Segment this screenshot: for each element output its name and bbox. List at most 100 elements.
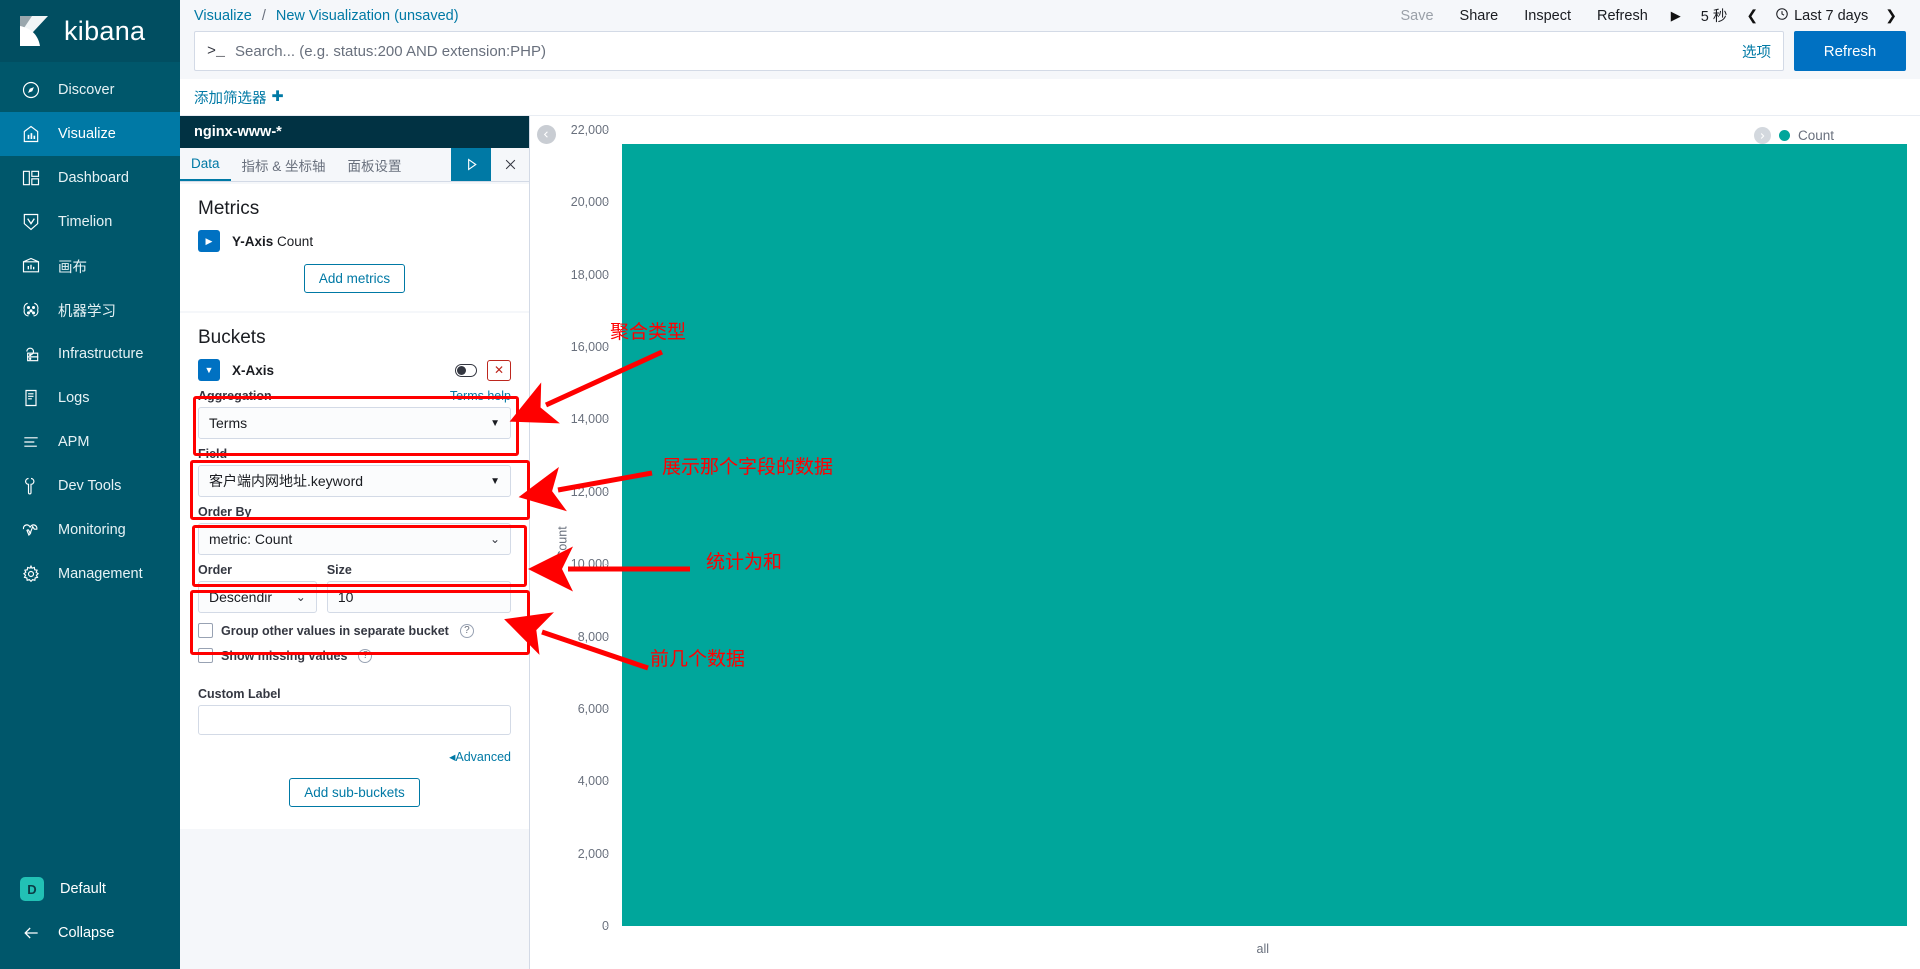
y-axis-ticks: 02,0004,0006,0008,00010,00012,00014,0001… bbox=[531, 116, 609, 969]
show-missing-values-row[interactable]: Show missing values ? bbox=[198, 648, 511, 663]
apply-changes-button[interactable] bbox=[451, 148, 491, 181]
play-icon[interactable]: ▶ bbox=[1661, 8, 1691, 24]
field-select[interactable]: 客户端内网地址.keyword ▼ bbox=[198, 465, 511, 497]
buckets-heading: Buckets bbox=[198, 327, 266, 348]
compass-icon bbox=[20, 79, 42, 101]
metric-axis-name: Y-Axis bbox=[232, 233, 274, 249]
chart-bar[interactable] bbox=[622, 144, 1907, 926]
brand-logo[interactable]: kibana bbox=[0, 0, 180, 62]
add-sub-buckets-button[interactable]: Add sub-buckets bbox=[289, 778, 420, 807]
aggregation-value: Terms bbox=[209, 415, 248, 431]
query-bar: >_ Search... (e.g. status:200 AND extens… bbox=[180, 31, 1920, 79]
help-icon[interactable]: ? bbox=[459, 623, 474, 638]
sidebar-item-apm[interactable]: APM bbox=[0, 420, 180, 464]
space-selector[interactable]: D Default bbox=[0, 867, 180, 911]
close-icon bbox=[505, 159, 515, 170]
size-input[interactable]: 10 bbox=[326, 581, 511, 613]
annotation-label-agg-type: 聚合类型 bbox=[610, 321, 687, 343]
sidebar-item-label: Timelion bbox=[58, 214, 113, 230]
date-range-picker[interactable]: Last 7 days bbox=[1767, 7, 1876, 25]
chevron-right-icon[interactable]: ▶ bbox=[198, 230, 220, 252]
tab-metrics-axes[interactable]: 指标 & 坐标轴 bbox=[231, 148, 337, 181]
sidebar-item-infrastructure[interactable]: Infrastructure bbox=[0, 332, 180, 376]
sidebar-item-canvas[interactable]: 画布 bbox=[0, 244, 180, 288]
metrics-heading: Metrics bbox=[198, 198, 260, 219]
breadcrumb-root[interactable]: Visualize bbox=[194, 8, 252, 24]
order-by-select[interactable]: metric: Count ⌄ bbox=[198, 523, 511, 555]
y-axis-tick-label: 18,000 bbox=[570, 267, 609, 282]
gear-icon bbox=[20, 563, 42, 585]
y-axis-tick-mark bbox=[605, 564, 609, 566]
sidebar-item-label: 机器学习 bbox=[58, 303, 116, 320]
y-axis-tick-label: 16,000 bbox=[570, 340, 609, 355]
logs-icon bbox=[20, 387, 42, 409]
metric-y-axis-row[interactable]: ▶ Y-Axis Count bbox=[198, 230, 511, 252]
wrench-icon bbox=[20, 475, 42, 497]
chevron-right-icon[interactable]: ❯ bbox=[1876, 7, 1906, 24]
y-axis-tick-mark bbox=[605, 347, 609, 349]
order-label: Order bbox=[198, 563, 233, 577]
field-value: 客户端内网地址.keyword bbox=[209, 473, 364, 489]
share-button[interactable]: Share bbox=[1447, 8, 1512, 24]
sidebar-item-logs[interactable]: Logs bbox=[0, 376, 180, 420]
chevron-left-icon[interactable]: ❮ bbox=[1737, 7, 1767, 24]
annotation-label-size-topn: 前几个数据 bbox=[650, 648, 746, 670]
tab-panel-settings[interactable]: 面板设置 bbox=[337, 148, 413, 181]
toggle-icon[interactable] bbox=[455, 363, 477, 377]
order-value: Descendir bbox=[209, 589, 273, 605]
sidebar-item-label: Visualize bbox=[58, 126, 116, 142]
editor-tab-actions bbox=[451, 148, 529, 181]
sidebar-item-timelion[interactable]: Timelion bbox=[0, 200, 180, 244]
editor-tabs: Data 指标 & 坐标轴 面板设置 bbox=[180, 148, 529, 182]
collapse-label: Collapse bbox=[58, 925, 115, 941]
chevron-down-icon[interactable]: ▼ bbox=[198, 359, 220, 381]
group-other-values-checkbox[interactable] bbox=[198, 623, 213, 638]
order-select[interactable]: Descendir ⌄ bbox=[198, 581, 317, 613]
y-axis-tick-label: 20,000 bbox=[570, 195, 609, 210]
refresh-button[interactable]: Refresh bbox=[1584, 8, 1661, 24]
order-size-row: Order Descendir ⌄ Size 10 bbox=[198, 563, 511, 613]
y-axis-tick-mark bbox=[605, 853, 609, 855]
advanced-label: Advanced bbox=[455, 750, 511, 764]
sidebar-item-dev-tools[interactable]: Dev Tools bbox=[0, 464, 180, 508]
query-options-link[interactable]: 选项 bbox=[1742, 41, 1771, 62]
sidebar-item-monitoring[interactable]: Monitoring bbox=[0, 508, 180, 552]
y-axis-tick-mark bbox=[605, 130, 609, 131]
inspect-button[interactable]: Inspect bbox=[1511, 8, 1584, 24]
collapse-sidebar-button[interactable]: Collapse bbox=[0, 911, 180, 955]
query-refresh-button[interactable]: Refresh bbox=[1794, 31, 1906, 71]
sidebar-item-discover[interactable]: Discover bbox=[0, 68, 180, 112]
group-other-values-row[interactable]: Group other values in separate bucket ? bbox=[198, 623, 511, 638]
order-by-label: Order By bbox=[198, 505, 252, 519]
tab-data[interactable]: Data bbox=[180, 148, 231, 181]
close-editor-button[interactable] bbox=[491, 148, 529, 181]
sidebar-item-machine-learning[interactable]: 机器学习 bbox=[0, 288, 180, 332]
plus-icon: ✚ bbox=[271, 89, 284, 105]
add-metrics-button[interactable]: Add metrics bbox=[303, 264, 406, 293]
y-axis-tick-mark bbox=[605, 926, 609, 927]
save-button[interactable]: Save bbox=[1387, 8, 1446, 24]
terms-help-link[interactable]: Terms help bbox=[450, 389, 511, 403]
breadcrumb-current[interactable]: New Visualization (unsaved) bbox=[276, 8, 459, 24]
y-axis-tick-label: 14,000 bbox=[570, 412, 609, 427]
sidebar-item-label: 画布 bbox=[58, 259, 87, 276]
size-field: Size 10 bbox=[326, 563, 511, 613]
remove-bucket-button[interactable]: ✕ bbox=[487, 359, 511, 381]
chevron-down-icon: ▼ bbox=[490, 417, 500, 429]
custom-label-input[interactable] bbox=[198, 705, 511, 735]
aggregation-select[interactable]: Terms ▼ bbox=[198, 407, 511, 439]
advanced-toggle[interactable]: ◂Advanced bbox=[198, 749, 511, 764]
sidebar-item-dashboard[interactable]: Dashboard bbox=[0, 156, 180, 200]
add-filter-button[interactable]: 添加筛选器 ✚ bbox=[194, 87, 284, 108]
sidebar-item-visualize[interactable]: Visualize bbox=[0, 112, 180, 156]
search-input[interactable]: >_ Search... (e.g. status:200 AND extens… bbox=[194, 31, 1784, 71]
arrow-left-icon bbox=[20, 922, 42, 944]
sidebar-item-management[interactable]: Management bbox=[0, 552, 180, 596]
refresh-interval[interactable]: 5 秒 bbox=[1691, 5, 1738, 26]
breadcrumb: Visualize / New Visualization (unsaved) bbox=[180, 8, 459, 24]
size-label: Size bbox=[326, 563, 352, 577]
help-icon[interactable]: ? bbox=[358, 648, 373, 663]
sidebar-item-label: Monitoring bbox=[58, 522, 126, 538]
clock-icon bbox=[1775, 7, 1789, 25]
show-missing-values-checkbox[interactable] bbox=[198, 648, 213, 663]
